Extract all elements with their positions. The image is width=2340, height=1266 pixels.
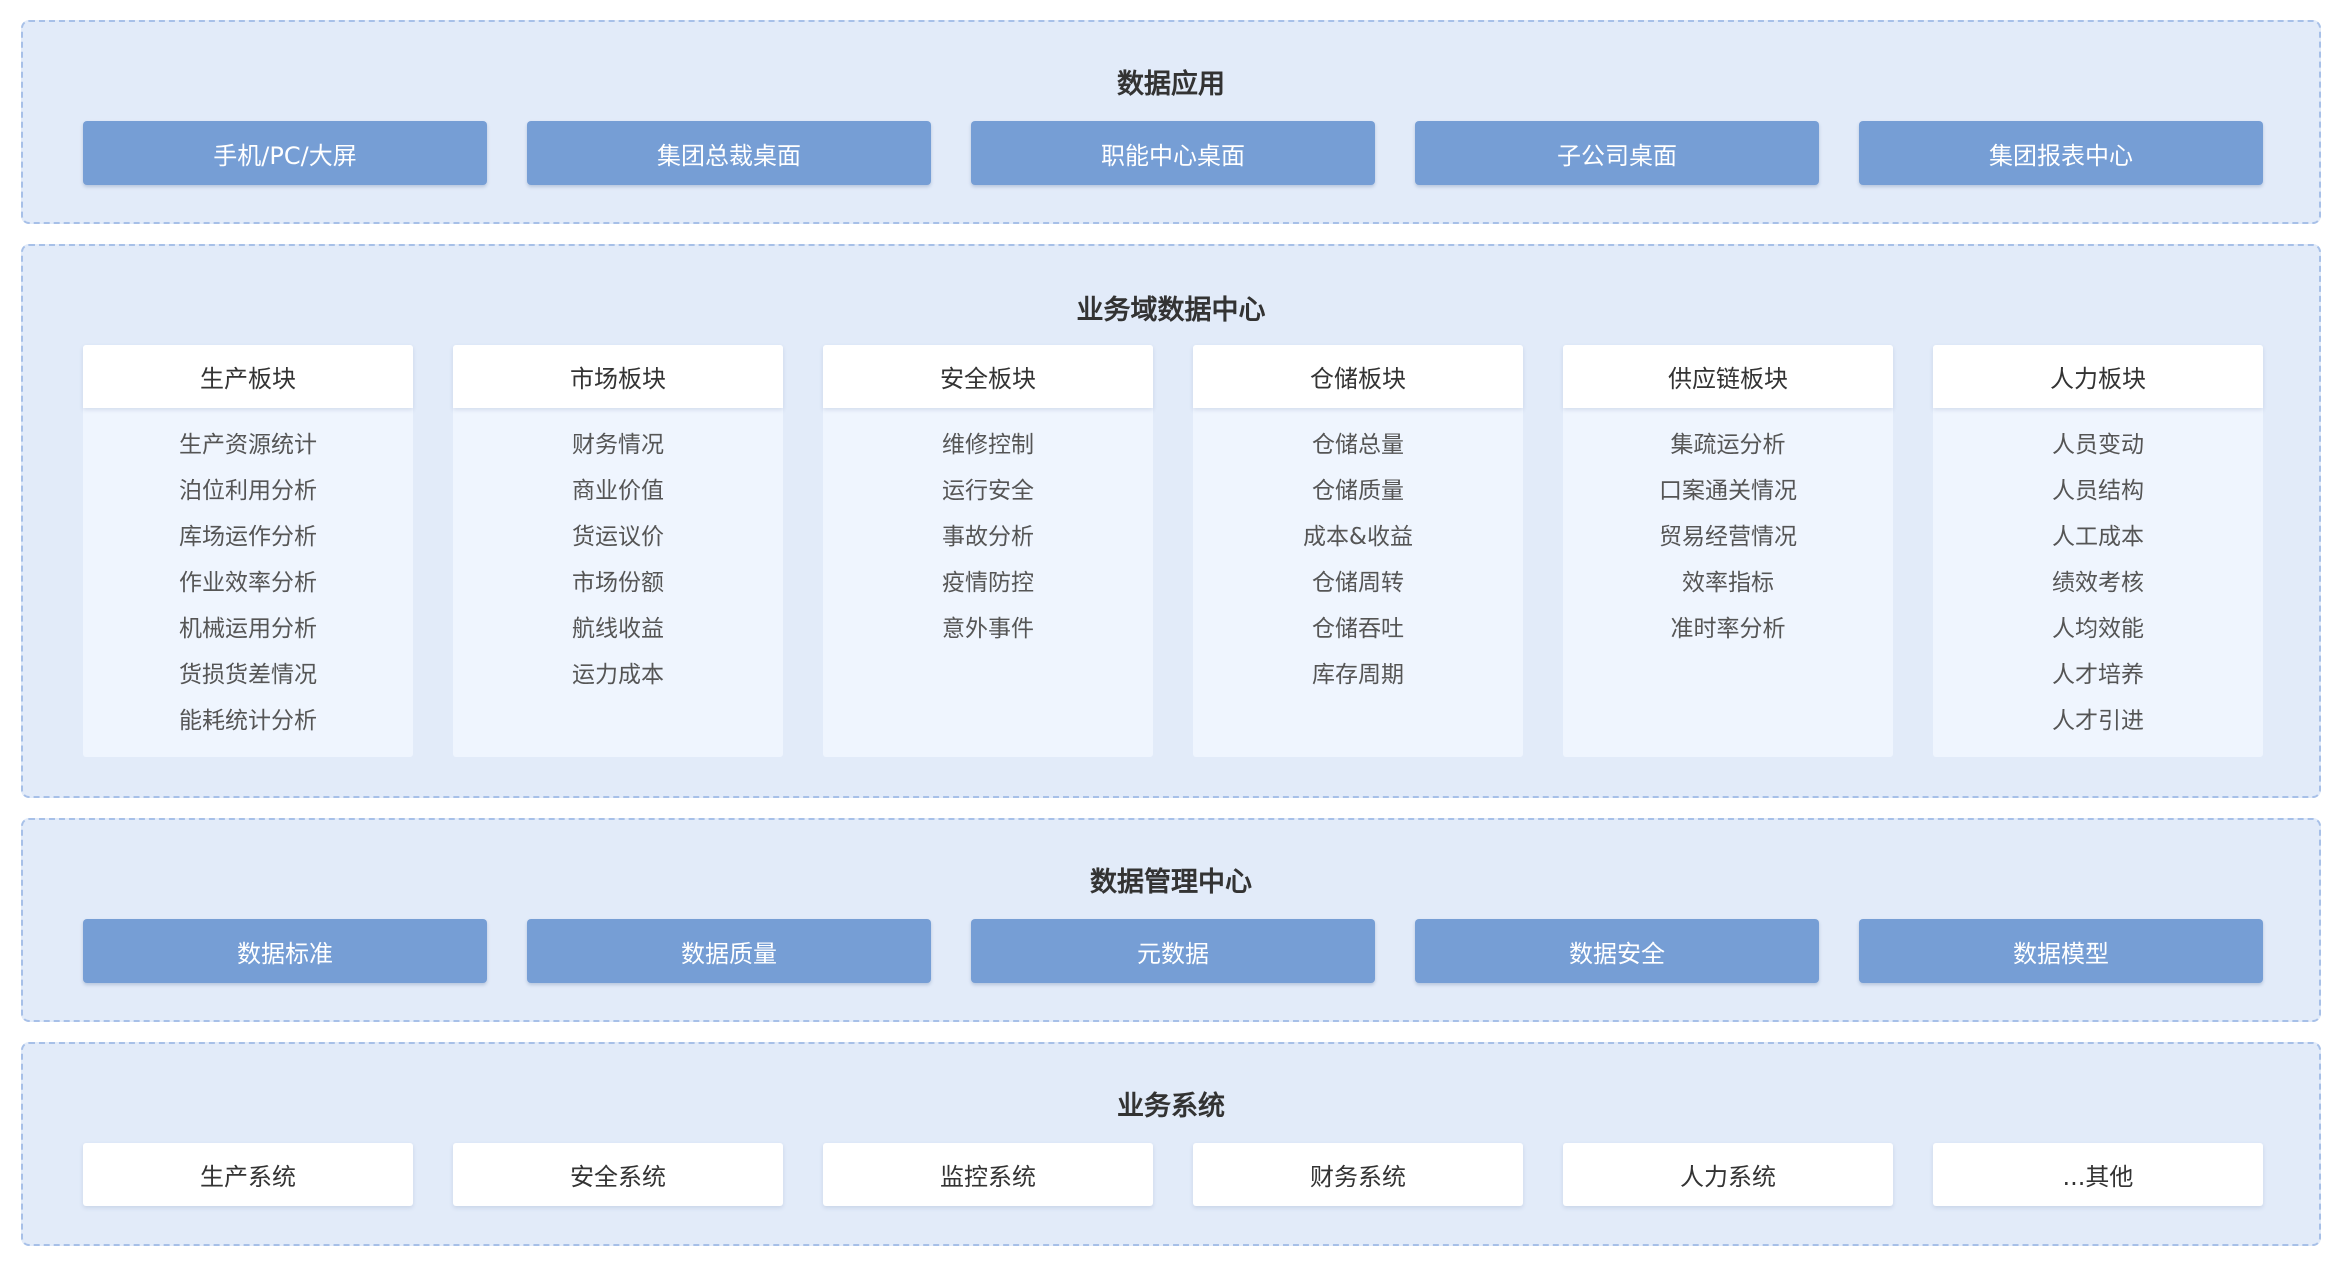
- list-item: 运行安全: [942, 478, 1034, 504]
- app-item-mobile-pc-screen[interactable]: 手机/PC/大屏: [83, 121, 487, 185]
- list-item: 效率指标: [1682, 570, 1774, 596]
- data-application-section: 数据应用 手机/PC/大屏 集团总裁桌面 职能中心桌面 子公司桌面 集团报表中心: [21, 20, 2321, 224]
- list-item: 仓储周转: [1312, 570, 1404, 596]
- system-item-safety[interactable]: 安全系统: [453, 1143, 783, 1206]
- list-item: 作业效率分析: [179, 570, 317, 596]
- list-item: 生产资源统计: [179, 432, 317, 458]
- list-item: 意外事件: [942, 616, 1034, 642]
- list-item: 人才培养: [2052, 662, 2144, 688]
- domain-column-list: 维修控制 运行安全 事故分析 疫情防控 意外事件: [823, 408, 1153, 652]
- list-item: 准时率分析: [1670, 616, 1786, 642]
- domain-column-header: 供应链板块: [1563, 345, 1893, 408]
- list-item: 货损货差情况: [179, 662, 317, 688]
- system-item-finance[interactable]: 财务系统: [1193, 1143, 1523, 1206]
- mgmt-item-data-security[interactable]: 数据安全: [1415, 919, 1819, 983]
- app-item-group-president-desktop[interactable]: 集团总裁桌面: [527, 121, 931, 185]
- domain-column-supply-chain: 供应链板块 集疏运分析 口案通关情况 贸易经营情况 效率指标 准时率分析: [1563, 345, 1893, 757]
- business-systems-section: 业务系统 生产系统 安全系统 监控系统 财务系统 人力系统 ...其他: [21, 1042, 2321, 1246]
- domain-column-list: 生产资源统计 泊位利用分析 库场运作分析 作业效率分析 机械运用分析 货损货差情…: [83, 408, 413, 744]
- list-item: 集疏运分析: [1670, 432, 1786, 458]
- list-item: 口案通关情况: [1659, 478, 1797, 504]
- app-item-functional-center-desktop[interactable]: 职能中心桌面: [971, 121, 1375, 185]
- domain-column-list: 集疏运分析 口案通关情况 贸易经营情况 效率指标 准时率分析: [1563, 408, 1893, 652]
- domain-column-list: 仓储总量 仓储质量 成本&收益 仓储周转 仓储吞吐 库存周期: [1193, 408, 1523, 698]
- list-item: 货运议价: [572, 524, 664, 550]
- mgmt-item-data-quality[interactable]: 数据质量: [527, 919, 931, 983]
- list-item: 机械运用分析: [179, 616, 317, 642]
- list-item: 人工成本: [2052, 524, 2144, 550]
- list-item: 事故分析: [942, 524, 1034, 550]
- mgmt-item-data-model[interactable]: 数据模型: [1859, 919, 2263, 983]
- system-item-production[interactable]: 生产系统: [83, 1143, 413, 1206]
- list-item: 人员变动: [2052, 432, 2144, 458]
- business-domain-title: 业务域数据中心: [1076, 295, 1266, 326]
- domain-column-list: 人员变动 人员结构 人工成本 绩效考核 人均效能 人才培养 人才引进: [1933, 408, 2263, 744]
- domain-column-header: 仓储板块: [1193, 345, 1523, 408]
- list-item: 成本&收益: [1303, 524, 1413, 550]
- business-domain-section: 业务域数据中心 生产板块 生产资源统计 泊位利用分析 库场运作分析 作业效率分析…: [21, 244, 2321, 798]
- list-item: 仓储质量: [1312, 478, 1404, 504]
- list-item: 疫情防控: [942, 570, 1034, 596]
- data-management-section: 数据管理中心 数据标准 数据质量 元数据 数据安全 数据模型: [21, 818, 2321, 1022]
- list-item: 仓储吞吐: [1312, 616, 1404, 642]
- mgmt-item-metadata[interactable]: 元数据: [971, 919, 1375, 983]
- list-item: 人均效能: [2052, 616, 2144, 642]
- list-item: 人才引进: [2052, 708, 2144, 734]
- list-item: 能耗统计分析: [179, 708, 317, 734]
- list-item: 仓储总量: [1312, 432, 1404, 458]
- system-item-others[interactable]: ...其他: [1933, 1143, 2263, 1206]
- list-item: 运力成本: [572, 662, 664, 688]
- list-item: 库场运作分析: [179, 524, 317, 550]
- list-item: 人员结构: [2052, 478, 2144, 504]
- domain-column-header: 安全板块: [823, 345, 1153, 408]
- domain-column-header: 人力板块: [1933, 345, 2263, 408]
- domain-column-safety: 安全板块 维修控制 运行安全 事故分析 疫情防控 意外事件: [823, 345, 1153, 757]
- system-item-monitoring[interactable]: 监控系统: [823, 1143, 1153, 1206]
- domain-column-production: 生产板块 生产资源统计 泊位利用分析 库场运作分析 作业效率分析 机械运用分析 …: [83, 345, 413, 757]
- list-item: 贸易经营情况: [1659, 524, 1797, 550]
- list-item: 泊位利用分析: [179, 478, 317, 504]
- domain-column-header: 市场板块: [453, 345, 783, 408]
- domain-column-hr: 人力板块 人员变动 人员结构 人工成本 绩效考核 人均效能 人才培养 人才引进: [1933, 345, 2263, 757]
- app-item-group-report-center[interactable]: 集团报表中心: [1859, 121, 2263, 185]
- list-item: 库存周期: [1312, 662, 1404, 688]
- list-item: 财务情况: [572, 432, 664, 458]
- data-application-title: 数据应用: [1117, 69, 1225, 100]
- data-management-title: 数据管理中心: [1090, 867, 1252, 898]
- business-systems-title: 业务系统: [1117, 1091, 1225, 1122]
- mgmt-item-data-standard[interactable]: 数据标准: [83, 919, 487, 983]
- list-item: 绩效考核: [2052, 570, 2144, 596]
- app-item-subsidiary-desktop[interactable]: 子公司桌面: [1415, 121, 1819, 185]
- system-item-hr[interactable]: 人力系统: [1563, 1143, 1893, 1206]
- list-item: 维修控制: [942, 432, 1034, 458]
- domain-column-list: 财务情况 商业价值 货运议价 市场份额 航线收益 运力成本: [453, 408, 783, 698]
- list-item: 市场份额: [572, 570, 664, 596]
- list-item: 航线收益: [572, 616, 664, 642]
- domain-column-warehouse: 仓储板块 仓储总量 仓储质量 成本&收益 仓储周转 仓储吞吐 库存周期: [1193, 345, 1523, 757]
- domain-column-header: 生产板块: [83, 345, 413, 408]
- list-item: 商业价值: [572, 478, 664, 504]
- domain-column-market: 市场板块 财务情况 商业价值 货运议价 市场份额 航线收益 运力成本: [453, 345, 783, 757]
